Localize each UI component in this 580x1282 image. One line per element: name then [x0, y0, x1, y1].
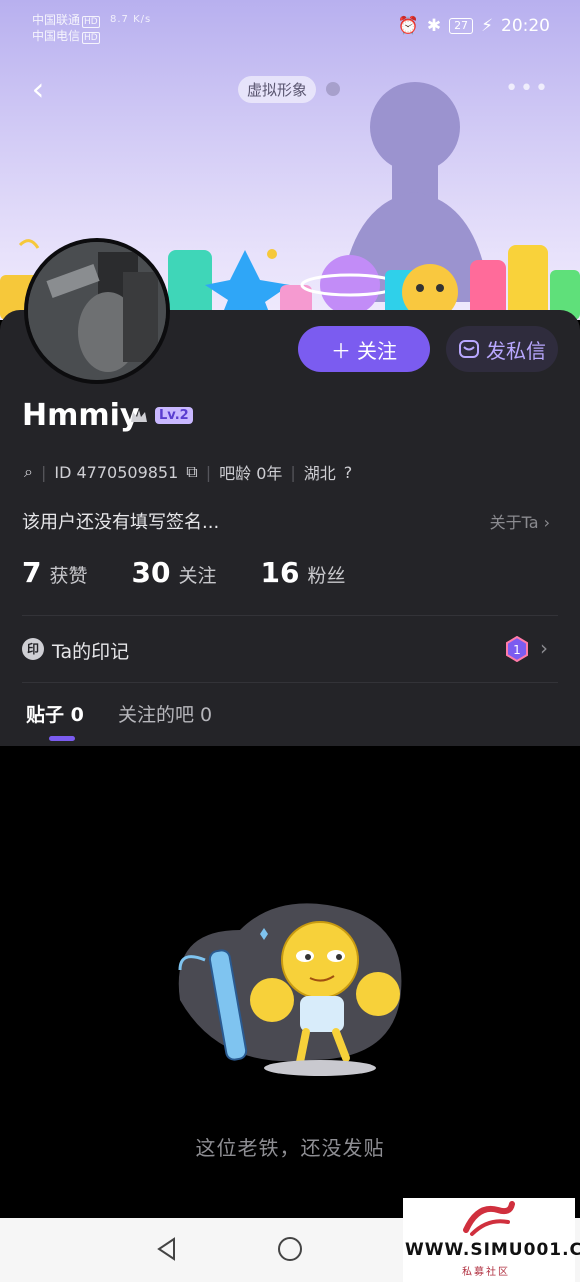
more-options-icon[interactable]: •••: [505, 76, 550, 101]
chevron-right-icon: ›: [543, 513, 550, 532]
badges-label[interactable]: Ta的印记: [52, 637, 129, 664]
stat-followers[interactable]: 16 粉丝: [260, 556, 345, 589]
watermark-logo: [463, 1201, 515, 1236]
seal-icon: 印: [22, 638, 44, 660]
tab-posts[interactable]: 贴子 0: [26, 700, 84, 727]
carrier-info: 中国联通 HD 中国电信 HD: [32, 12, 100, 44]
separator: |: [40, 462, 47, 482]
stat-value: 30: [131, 556, 171, 589]
network-speed: 8.7 K/s: [110, 14, 152, 25]
account-age: 吧龄 0年: [219, 464, 283, 483]
alarm-icon: ⏰: [397, 16, 419, 36]
empty-state-text: 这位老铁，还没发贴: [195, 1136, 385, 1160]
send-message-label: 发私信: [486, 338, 546, 363]
stat-following[interactable]: 30 关注: [132, 556, 217, 589]
stat-label: 获赞: [49, 565, 88, 587]
tab-bar: 贴子 0 关注的吧 0: [0, 696, 580, 746]
separator: |: [290, 462, 296, 482]
chevron-right-icon[interactable]: ›: [540, 636, 548, 660]
follow-label: 关注: [357, 338, 397, 363]
stat-value: 16: [260, 556, 300, 589]
crown-icon: [131, 410, 147, 422]
about-label: 关于Ta: [489, 513, 539, 532]
search-icon: ⌕: [24, 462, 33, 481]
clock-time: 20:20: [501, 16, 550, 36]
virtual-avatar-tag[interactable]: 虚拟形象: [238, 76, 317, 103]
avatar[interactable]: [24, 238, 170, 384]
charging-icon: ⚡: [481, 16, 493, 36]
empty-state-illustration: [178, 903, 402, 1076]
back-arrow-icon[interactable]: ‹: [24, 73, 52, 108]
location: 湖北: [303, 464, 336, 483]
tag-dot: [326, 82, 340, 96]
signature: 该用户还没有填写签名...: [22, 512, 220, 533]
stat-label: 粉丝: [307, 565, 346, 587]
nav-back-icon[interactable]: [154, 1236, 180, 1262]
bluetooth-icon: ✱: [426, 16, 442, 36]
tab-followed-forums[interactable]: 关注的吧 0: [118, 700, 212, 727]
user-info-row: ⌕ | ID 4770509851 ⧉ | 吧龄 0年 | 湖北 ?: [24, 460, 352, 484]
divider: [22, 615, 558, 616]
stat-likes[interactable]: 7 获赞: [22, 556, 88, 589]
plus-icon: ＋: [331, 338, 351, 363]
separator: |: [205, 462, 212, 482]
watermark-text: WWW.SIMU001.CN: [405, 1240, 580, 1260]
nav-home-icon[interactable]: [277, 1236, 303, 1262]
carrier-2: 中国电信: [32, 29, 81, 43]
copy-icon[interactable]: ⧉: [186, 462, 197, 482]
stats-row: 7 获赞 30 关注 16 粉丝: [22, 556, 345, 589]
about-link[interactable]: 关于Ta ›: [490, 509, 550, 533]
divider: [22, 682, 558, 683]
watermark-subtext: 私募社区: [462, 1267, 510, 1278]
level-badge: Lv.2: [155, 407, 193, 424]
medal-icon[interactable]: 1: [504, 636, 530, 662]
status-right-group: ⏰ ✱ 27 ⚡ 20:20: [398, 16, 550, 36]
hd-badge: HD: [82, 16, 100, 28]
help-icon[interactable]: ?: [344, 463, 353, 482]
avatar-photo: [28, 242, 166, 380]
battery-level: 27: [449, 18, 474, 34]
user-id: ID 4770509851: [54, 462, 179, 482]
hd-badge: HD: [82, 32, 100, 44]
stat-value: 7: [22, 556, 42, 589]
medal-number: 1: [513, 643, 521, 657]
message-icon: [459, 340, 479, 358]
follow-button[interactable]: ＋ 关注: [298, 326, 430, 372]
stat-label: 关注: [178, 565, 217, 587]
status-bar: 中国联通 HD 中国电信 HD 8.7 K/s ⏰ ✱ 27 ⚡ 20:20: [0, 0, 580, 56]
carrier-1: 中国联通: [32, 13, 81, 27]
username: Hmmiy: [22, 398, 140, 433]
tab-indicator: [49, 736, 75, 741]
send-message-button[interactable]: 发私信: [446, 326, 558, 372]
